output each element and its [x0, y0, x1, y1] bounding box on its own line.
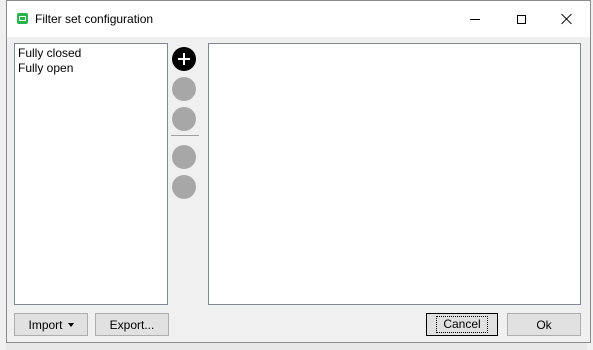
remove-filter-button	[172, 77, 196, 101]
title-bar[interactable]: Filter set configuration	[7, 1, 590, 37]
cancel-button[interactable]: Cancel	[426, 313, 498, 336]
ok-label: Ok	[536, 317, 552, 332]
filter-detail-panel[interactable]	[208, 43, 581, 305]
list-item[interactable]: Fully open	[17, 61, 165, 76]
export-label: Export...	[109, 317, 155, 332]
import-label: Import	[28, 317, 63, 332]
app-icon	[17, 13, 28, 24]
move-down-button	[172, 175, 196, 199]
minimize-button[interactable]	[452, 1, 498, 37]
close-icon	[561, 13, 573, 25]
filter-set-dialog: Filter set configuration Fully closed Fu…	[6, 0, 591, 343]
export-button[interactable]: Export...	[95, 313, 169, 336]
cancel-label: Cancel	[436, 316, 488, 333]
minimize-icon	[470, 18, 480, 20]
chevron-down-icon	[67, 322, 74, 327]
close-button[interactable]	[544, 1, 590, 37]
side-separator	[171, 135, 199, 136]
move-up-button	[172, 145, 196, 169]
duplicate-filter-button	[172, 107, 196, 131]
maximize-button[interactable]	[498, 1, 544, 37]
import-button[interactable]: Import	[14, 313, 88, 336]
add-filter-button[interactable]	[172, 47, 196, 71]
plus-icon	[177, 52, 191, 66]
list-item[interactable]: Fully closed	[17, 46, 165, 61]
window-title: Filter set configuration	[35, 12, 154, 26]
filter-set-list[interactable]: Fully closed Fully open	[14, 43, 168, 305]
ok-button[interactable]: Ok	[507, 313, 581, 336]
maximize-icon	[516, 14, 526, 24]
